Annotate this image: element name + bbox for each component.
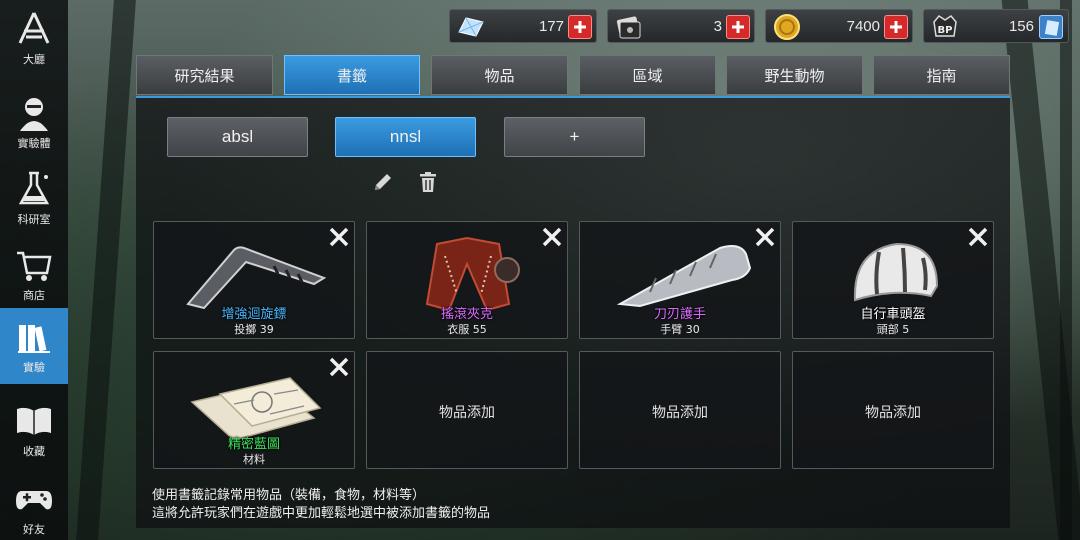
bp-badge-icon: BP	[933, 15, 957, 37]
add-item-label: 物品添加	[865, 405, 921, 421]
sidebar-item-lab[interactable]: 科研室	[0, 160, 68, 236]
remove-item-icon[interactable]	[327, 355, 351, 379]
plus-icon	[732, 21, 744, 33]
crystal-value: 177	[538, 18, 564, 35]
plus-icon	[574, 21, 586, 33]
gold-coin-icon	[774, 14, 800, 40]
sidebar-item-friends[interactable]: 好友	[0, 470, 68, 540]
sidebar-item-label: 好友	[23, 523, 45, 536]
item-category: 衣服 55	[447, 323, 487, 336]
item-name: 搖滾夾克	[440, 307, 493, 322]
add-item-label: 物品添加	[439, 405, 495, 421]
tab-items[interactable]: 物品	[431, 55, 568, 95]
bp-value: 156	[1008, 18, 1034, 35]
ticket-plus-button[interactable]	[726, 15, 750, 39]
subject-portrait-icon	[20, 98, 48, 131]
crystal-plus-button[interactable]	[568, 15, 592, 39]
trash-icon[interactable]	[416, 170, 440, 194]
sidebar-item-subjects[interactable]: 實驗體	[0, 84, 68, 160]
coin-value: 7400	[846, 18, 880, 35]
item-slot-blade-gauntlet[interactable]: 刀刃護手 手臂 30	[579, 221, 781, 339]
flask-icon	[18, 171, 50, 205]
sidebar: 大廳 實驗體 科研室 商店 實驗 收藏 好友	[0, 0, 68, 540]
item-name: 增強迴旋鏢	[221, 307, 287, 322]
plus-icon	[890, 21, 902, 33]
remove-item-icon[interactable]	[540, 225, 564, 249]
description-line-1: 使用書籤記錄常用物品（裝備，食物，材料等）	[152, 488, 426, 503]
remove-item-icon[interactable]	[327, 225, 351, 249]
sidebar-item-lobby[interactable]: 大廳	[0, 0, 68, 76]
empty-slot[interactable]: 物品添加	[579, 351, 781, 469]
books-icon	[18, 325, 50, 353]
crystal-counter: 177	[449, 9, 597, 43]
sidebar-item-label: 科研室	[17, 213, 51, 226]
sidebar-item-collection[interactable]: 收藏	[0, 392, 68, 468]
tab-bookmarks[interactable]: 書籤	[284, 55, 420, 95]
item-name: 精密藍圖	[227, 437, 280, 452]
description-line-2: 這將允許玩家們在遊戲中更加輕鬆地選中被添加書籤的物品	[152, 506, 491, 521]
pencil-icon[interactable]	[371, 170, 395, 194]
empty-slot[interactable]: 物品添加	[366, 351, 568, 469]
bookmark-absl-button[interactable]: absl	[167, 117, 308, 157]
item-slot-precision-blueprint[interactable]: 精密藍圖 材料	[153, 351, 355, 469]
item-name: 刀刃護手	[653, 307, 706, 322]
background-tree	[76, 0, 136, 540]
blueprint-icon	[190, 377, 322, 441]
sidebar-item-experiment[interactable]: 實驗	[0, 308, 68, 384]
item-slot-bike-helmet[interactable]: 自行車頭盔 頭部 5	[792, 221, 994, 339]
card-icon	[1044, 20, 1060, 36]
sidebar-item-label: 商店	[23, 289, 45, 302]
sidebar-item-label: 大廳	[23, 53, 45, 66]
ticket-card-icon	[616, 16, 641, 39]
item-slot-enhanced-boomerang[interactable]: 增強迴旋鏢 投擲 39	[153, 221, 355, 339]
add-bookmark-button[interactable]: +	[504, 117, 645, 157]
sidebar-item-shop[interactable]: 商店	[0, 236, 68, 312]
jacket-icon	[425, 236, 520, 312]
gamepad-icon	[16, 491, 52, 510]
remove-item-icon[interactable]	[966, 225, 990, 249]
crystal-icon	[458, 17, 484, 37]
item-category: 投擲 39	[234, 323, 274, 336]
item-category: 手臂 30	[660, 323, 700, 336]
helmet-icon	[853, 242, 939, 302]
tab-research-results[interactable]: 研究結果	[136, 55, 273, 95]
shopping-cart-icon	[17, 251, 52, 281]
item-name: 自行車頭盔	[860, 307, 926, 322]
coin-plus-button[interactable]	[884, 15, 908, 39]
ticket-counter: 3	[607, 9, 755, 43]
item-category: 材料	[243, 453, 265, 466]
empty-slot[interactable]: 物品添加	[792, 351, 994, 469]
item-slot-rock-jacket[interactable]: 搖滾夾克 衣服 55	[366, 221, 568, 339]
bp-counter: BP 156	[923, 9, 1069, 43]
item-category: 頭部 5	[876, 323, 910, 336]
bp-info-button[interactable]	[1039, 15, 1063, 39]
ticket-value: 3	[713, 18, 722, 35]
add-item-label: 物品添加	[652, 405, 708, 421]
bookmark-nnsl-button[interactable]: nnsl	[335, 117, 476, 157]
bracer-icon	[616, 245, 752, 308]
tab-areas[interactable]: 區域	[579, 55, 716, 95]
tab-wildlife[interactable]: 野生動物	[726, 55, 863, 95]
remove-item-icon[interactable]	[753, 225, 777, 249]
sidebar-item-label: 實驗體	[17, 137, 51, 150]
background-tree	[1060, 0, 1072, 540]
lobby-logo-icon	[18, 12, 50, 44]
tab-guide[interactable]: 指南	[873, 55, 1010, 95]
sidebar-item-label: 收藏	[23, 445, 45, 458]
boomerang-icon	[186, 246, 327, 310]
coin-counter: 7400	[765, 9, 913, 43]
sidebar-item-label: 實驗	[23, 361, 45, 374]
bookmark-panel: absl nnsl + 增強迴旋鏢 投擲 39 搖滾夾克 衣服 55 刀刃護手 …	[136, 96, 1010, 528]
open-book-icon	[17, 407, 51, 435]
svg-text:BP: BP	[938, 25, 953, 36]
